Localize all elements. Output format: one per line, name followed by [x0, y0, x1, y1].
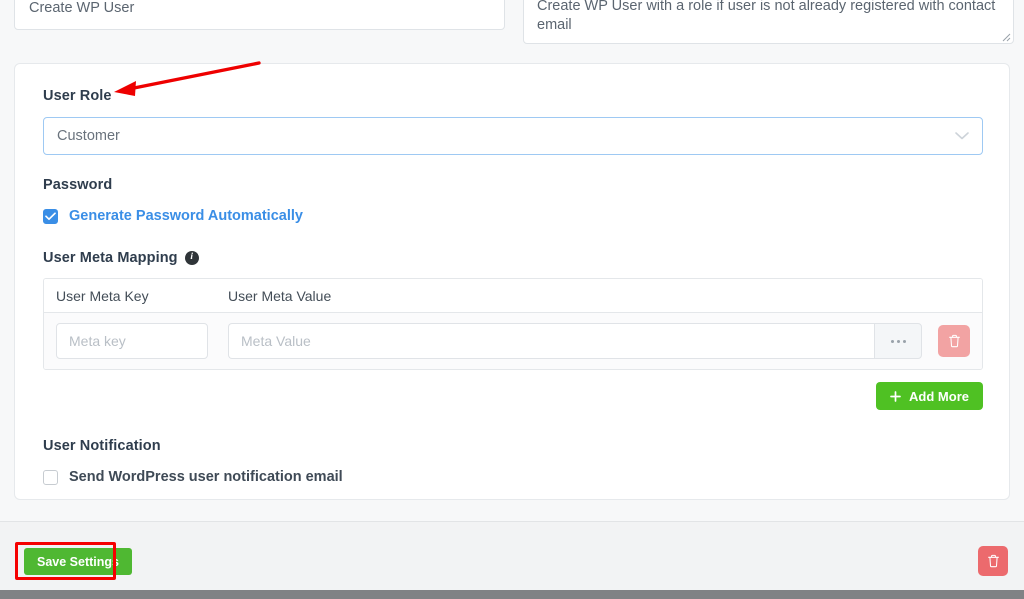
user-notification-label: User Notification — [43, 438, 161, 454]
wp-user-settings-card: User Role Customer Password Generate Pas… — [14, 63, 1010, 500]
meta-key-input[interactable]: Meta key — [56, 323, 208, 359]
add-more-button[interactable]: Add More — [876, 382, 983, 410]
user-role-select[interactable]: Customer — [43, 117, 983, 155]
table-header-row: User Meta Key User Meta Value — [44, 279, 982, 313]
save-settings-button[interactable]: Save Settings — [24, 548, 132, 575]
action-title-input[interactable]: Create WP User — [14, 0, 505, 30]
save-settings-label: Save Settings — [37, 554, 119, 569]
user-meta-mapping-heading: User Meta Mapping i — [43, 250, 981, 266]
meta-value-input[interactable]: Meta Value — [228, 323, 874, 359]
send-notification-label[interactable]: Send WordPress user notification email — [69, 469, 343, 485]
meta-value-input-group: Meta Value — [228, 323, 922, 359]
column-header-meta-value: User Meta Value — [228, 287, 332, 304]
delete-action-button[interactable] — [978, 546, 1008, 576]
dot — [902, 339, 906, 343]
send-notification-checkbox[interactable] — [43, 469, 58, 485]
info-icon[interactable]: i — [184, 251, 199, 265]
delete-meta-row-button[interactable] — [938, 325, 970, 357]
user-meta-mapping-section: User Meta Mapping i User Meta Key User M… — [43, 250, 983, 410]
send-notification-row[interactable]: Send WordPress user notification email — [43, 469, 981, 485]
action-description-text: Create WP User with a role if user is no… — [537, 0, 996, 33]
user-role-field: User Role Customer — [43, 88, 983, 155]
password-section: Password Generate Password Automatically — [43, 177, 981, 224]
add-more-label: Add More — [909, 388, 969, 404]
generate-password-label[interactable]: Generate Password Automatically — [69, 208, 303, 224]
table-row: Meta key Meta Value — [44, 313, 982, 369]
user-meta-mapping-label: User Meta Mapping — [43, 250, 178, 266]
generate-password-row[interactable]: Generate Password Automatically — [43, 208, 981, 224]
action-description-textarea[interactable]: Create WP User with a role if user is no… — [523, 0, 1014, 44]
plus-icon — [890, 390, 901, 402]
ellipsis-icon[interactable] — [874, 323, 922, 359]
meta-value-placeholder: Meta Value — [241, 333, 311, 349]
dot — [896, 339, 900, 343]
user-meta-mapping-table: User Meta Key User Meta Value Meta key M… — [43, 278, 983, 370]
top-fields-row: Create WP User Create WP User with a rol… — [14, 0, 1014, 46]
check-icon — [45, 211, 56, 220]
user-role-selected-value: Customer — [57, 128, 120, 144]
dot — [890, 339, 894, 343]
generate-password-checkbox[interactable] — [43, 208, 58, 224]
trash-icon — [948, 334, 960, 348]
user-role-select-wrapper[interactable]: Customer — [43, 117, 983, 155]
column-header-meta-key: User Meta Key — [56, 287, 149, 304]
resize-grip-icon[interactable] — [999, 30, 1011, 42]
trash-icon — [987, 554, 999, 568]
user-role-label: User Role — [43, 88, 112, 104]
footer-bar — [0, 522, 1024, 590]
password-label: Password — [43, 177, 113, 193]
meta-key-placeholder: Meta key — [69, 333, 126, 349]
add-more-row: Add More — [43, 382, 983, 410]
user-notification-section: User Notification Send WordPress user no… — [43, 438, 981, 485]
window-bottom-bar — [0, 590, 1024, 599]
